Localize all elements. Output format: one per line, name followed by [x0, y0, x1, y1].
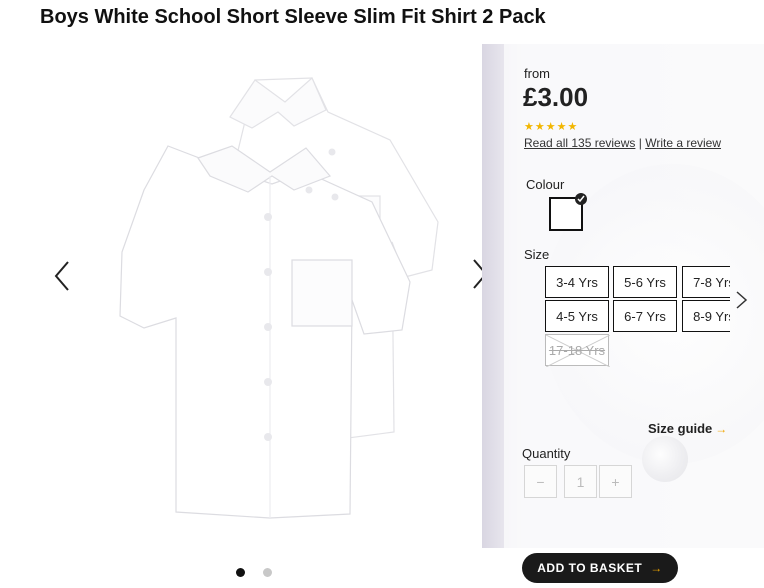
chevron-right-icon	[736, 291, 748, 309]
add-to-basket-label: ADD TO BASKET	[537, 561, 643, 575]
gallery-pagination	[236, 568, 272, 577]
colour-label: Colour	[526, 177, 565, 192]
gallery-dot-1[interactable]	[236, 568, 245, 577]
size-label: Size	[524, 247, 550, 262]
check-icon	[575, 193, 587, 205]
write-review-link[interactable]: Write a review	[645, 136, 721, 150]
size-option[interactable]: 8-9 Yrs	[682, 300, 730, 332]
colour-swatch-white[interactable]	[549, 193, 587, 231]
panel-background-button	[642, 436, 688, 482]
gallery-dot-2[interactable]	[263, 568, 272, 577]
sizes-next-button[interactable]	[733, 286, 751, 314]
arrow-right-icon: →	[715, 422, 728, 436]
quantity-label: Quantity	[522, 446, 571, 461]
size-option[interactable]: 3-4 Yrs	[545, 266, 609, 298]
reviews-separator: |	[638, 136, 642, 150]
quantity-increase-button[interactable]: +	[599, 465, 632, 498]
size-option[interactable]: 5-6 Yrs	[613, 266, 677, 298]
price: £3.00	[523, 82, 589, 112]
size-overflow: 7-8 Yrs 8-9 Yrs	[682, 266, 730, 334]
product-title: Boys White School Short Sleeve Slim Fit …	[40, 6, 546, 28]
size-option[interactable]: 6-7 Yrs	[613, 300, 677, 332]
quantity-decrease-button[interactable]: −	[524, 465, 557, 498]
chevron-left-icon	[54, 261, 69, 291]
size-option-unavailable: 17-18 Yrs	[545, 334, 610, 367]
size-option[interactable]: 7-8 Yrs	[682, 266, 730, 298]
size-option[interactable]: 4-5 Yrs	[545, 300, 609, 332]
product-details-panel: from £3.00 ★★★★★ Read all 135 reviews | …	[482, 44, 764, 548]
reviews-links: Read all 135 reviews | Write a review	[524, 136, 721, 150]
add-to-basket-button[interactable]: ADD TO BASKET →	[522, 553, 678, 583]
size-guide-label: Size guide	[648, 421, 713, 436]
read-reviews-link[interactable]: Read all 135 reviews	[524, 136, 635, 150]
previous-image-button[interactable]	[48, 254, 78, 298]
quantity-input[interactable]: 1	[564, 465, 597, 498]
size-option-label: 17-18 Yrs	[548, 342, 606, 358]
arrow-right-icon: →	[650, 561, 663, 575]
product-gallery	[40, 44, 494, 584]
product-image	[119, 77, 439, 519]
size-guide-link[interactable]: Size guide →	[648, 421, 727, 436]
star-rating: ★★★★★	[524, 121, 579, 133]
price-prefix: from	[524, 66, 550, 81]
